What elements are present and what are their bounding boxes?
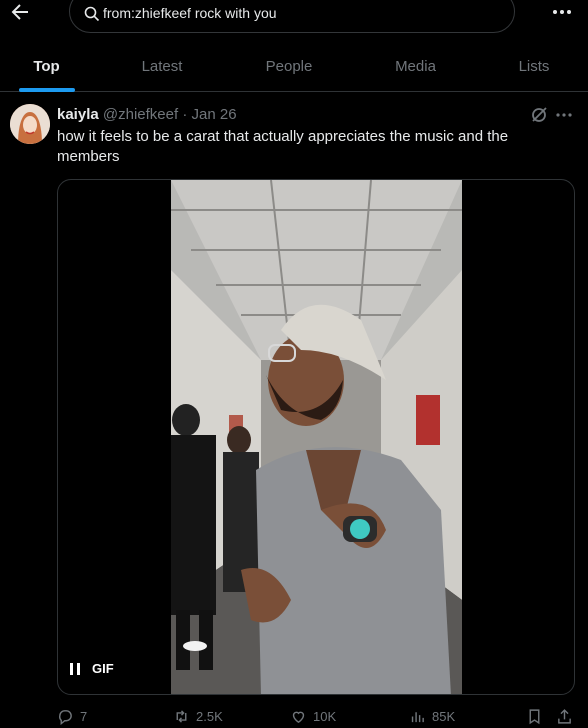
views-icon xyxy=(411,712,424,723)
tab-latest[interactable]: Latest xyxy=(115,40,209,92)
author-handle[interactable]: @zhiefkeef xyxy=(103,106,178,123)
bookmark-icon xyxy=(529,709,540,725)
back-arrow-icon[interactable] xyxy=(8,0,32,24)
reply-icon xyxy=(59,710,72,725)
tab-people[interactable]: People xyxy=(241,40,337,92)
separator-dot: · xyxy=(182,106,188,123)
views-count: 85K xyxy=(432,709,456,724)
views-button[interactable]: 85K xyxy=(409,708,455,725)
like-icon xyxy=(292,711,305,724)
tab-media[interactable]: Media xyxy=(368,40,463,92)
repost-button[interactable]: 2.5K xyxy=(173,708,223,725)
tweet-text: how it feels to be a carat that actually… xyxy=(57,128,509,165)
pause-icon[interactable] xyxy=(70,662,80,675)
repost-icon xyxy=(176,710,187,723)
tweet-actions: 7 2.5K 10K 85K xyxy=(0,708,588,728)
tab-lists[interactable]: Lists xyxy=(488,40,580,92)
tweet[interactable]: kaiyla @zhiefkeef · Jan 26 how it feels … xyxy=(0,92,588,727)
gif-controls: GIF xyxy=(70,661,114,676)
search-tabs: Top Latest People Media Lists xyxy=(0,40,588,92)
avatar[interactable] xyxy=(10,104,50,144)
share-icon xyxy=(558,709,571,724)
more-icon[interactable] xyxy=(552,8,572,16)
search-input[interactable]: from:zhiefkeef rock with you xyxy=(69,0,515,33)
tweet-more-icon[interactable] xyxy=(555,112,573,118)
gif-frame xyxy=(171,180,462,694)
top-bar: from:zhiefkeef rock with you xyxy=(0,0,588,40)
share-button[interactable] xyxy=(556,708,573,725)
avatar-image xyxy=(10,104,50,144)
gif-badge: GIF xyxy=(92,661,114,676)
like-count: 10K xyxy=(313,709,337,724)
grok-icon[interactable] xyxy=(530,106,548,124)
tweet-date[interactable]: Jan 26 xyxy=(192,106,237,123)
tab-top[interactable]: Top xyxy=(0,40,93,92)
tweet-media-gif[interactable]: GIF xyxy=(57,179,575,695)
tweet-author-line: kaiyla @zhiefkeef · Jan 26 xyxy=(57,106,237,123)
search-query: from:zhiefkeef rock with you xyxy=(103,5,277,21)
author-display-name[interactable]: kaiyla xyxy=(57,106,99,123)
bookmark-button[interactable] xyxy=(526,708,543,725)
reply-button[interactable]: 7 xyxy=(57,708,87,725)
search-icon xyxy=(84,6,100,22)
like-button[interactable]: 10K xyxy=(290,708,336,725)
reply-count: 7 xyxy=(80,709,88,724)
repost-count: 2.5K xyxy=(196,709,223,724)
